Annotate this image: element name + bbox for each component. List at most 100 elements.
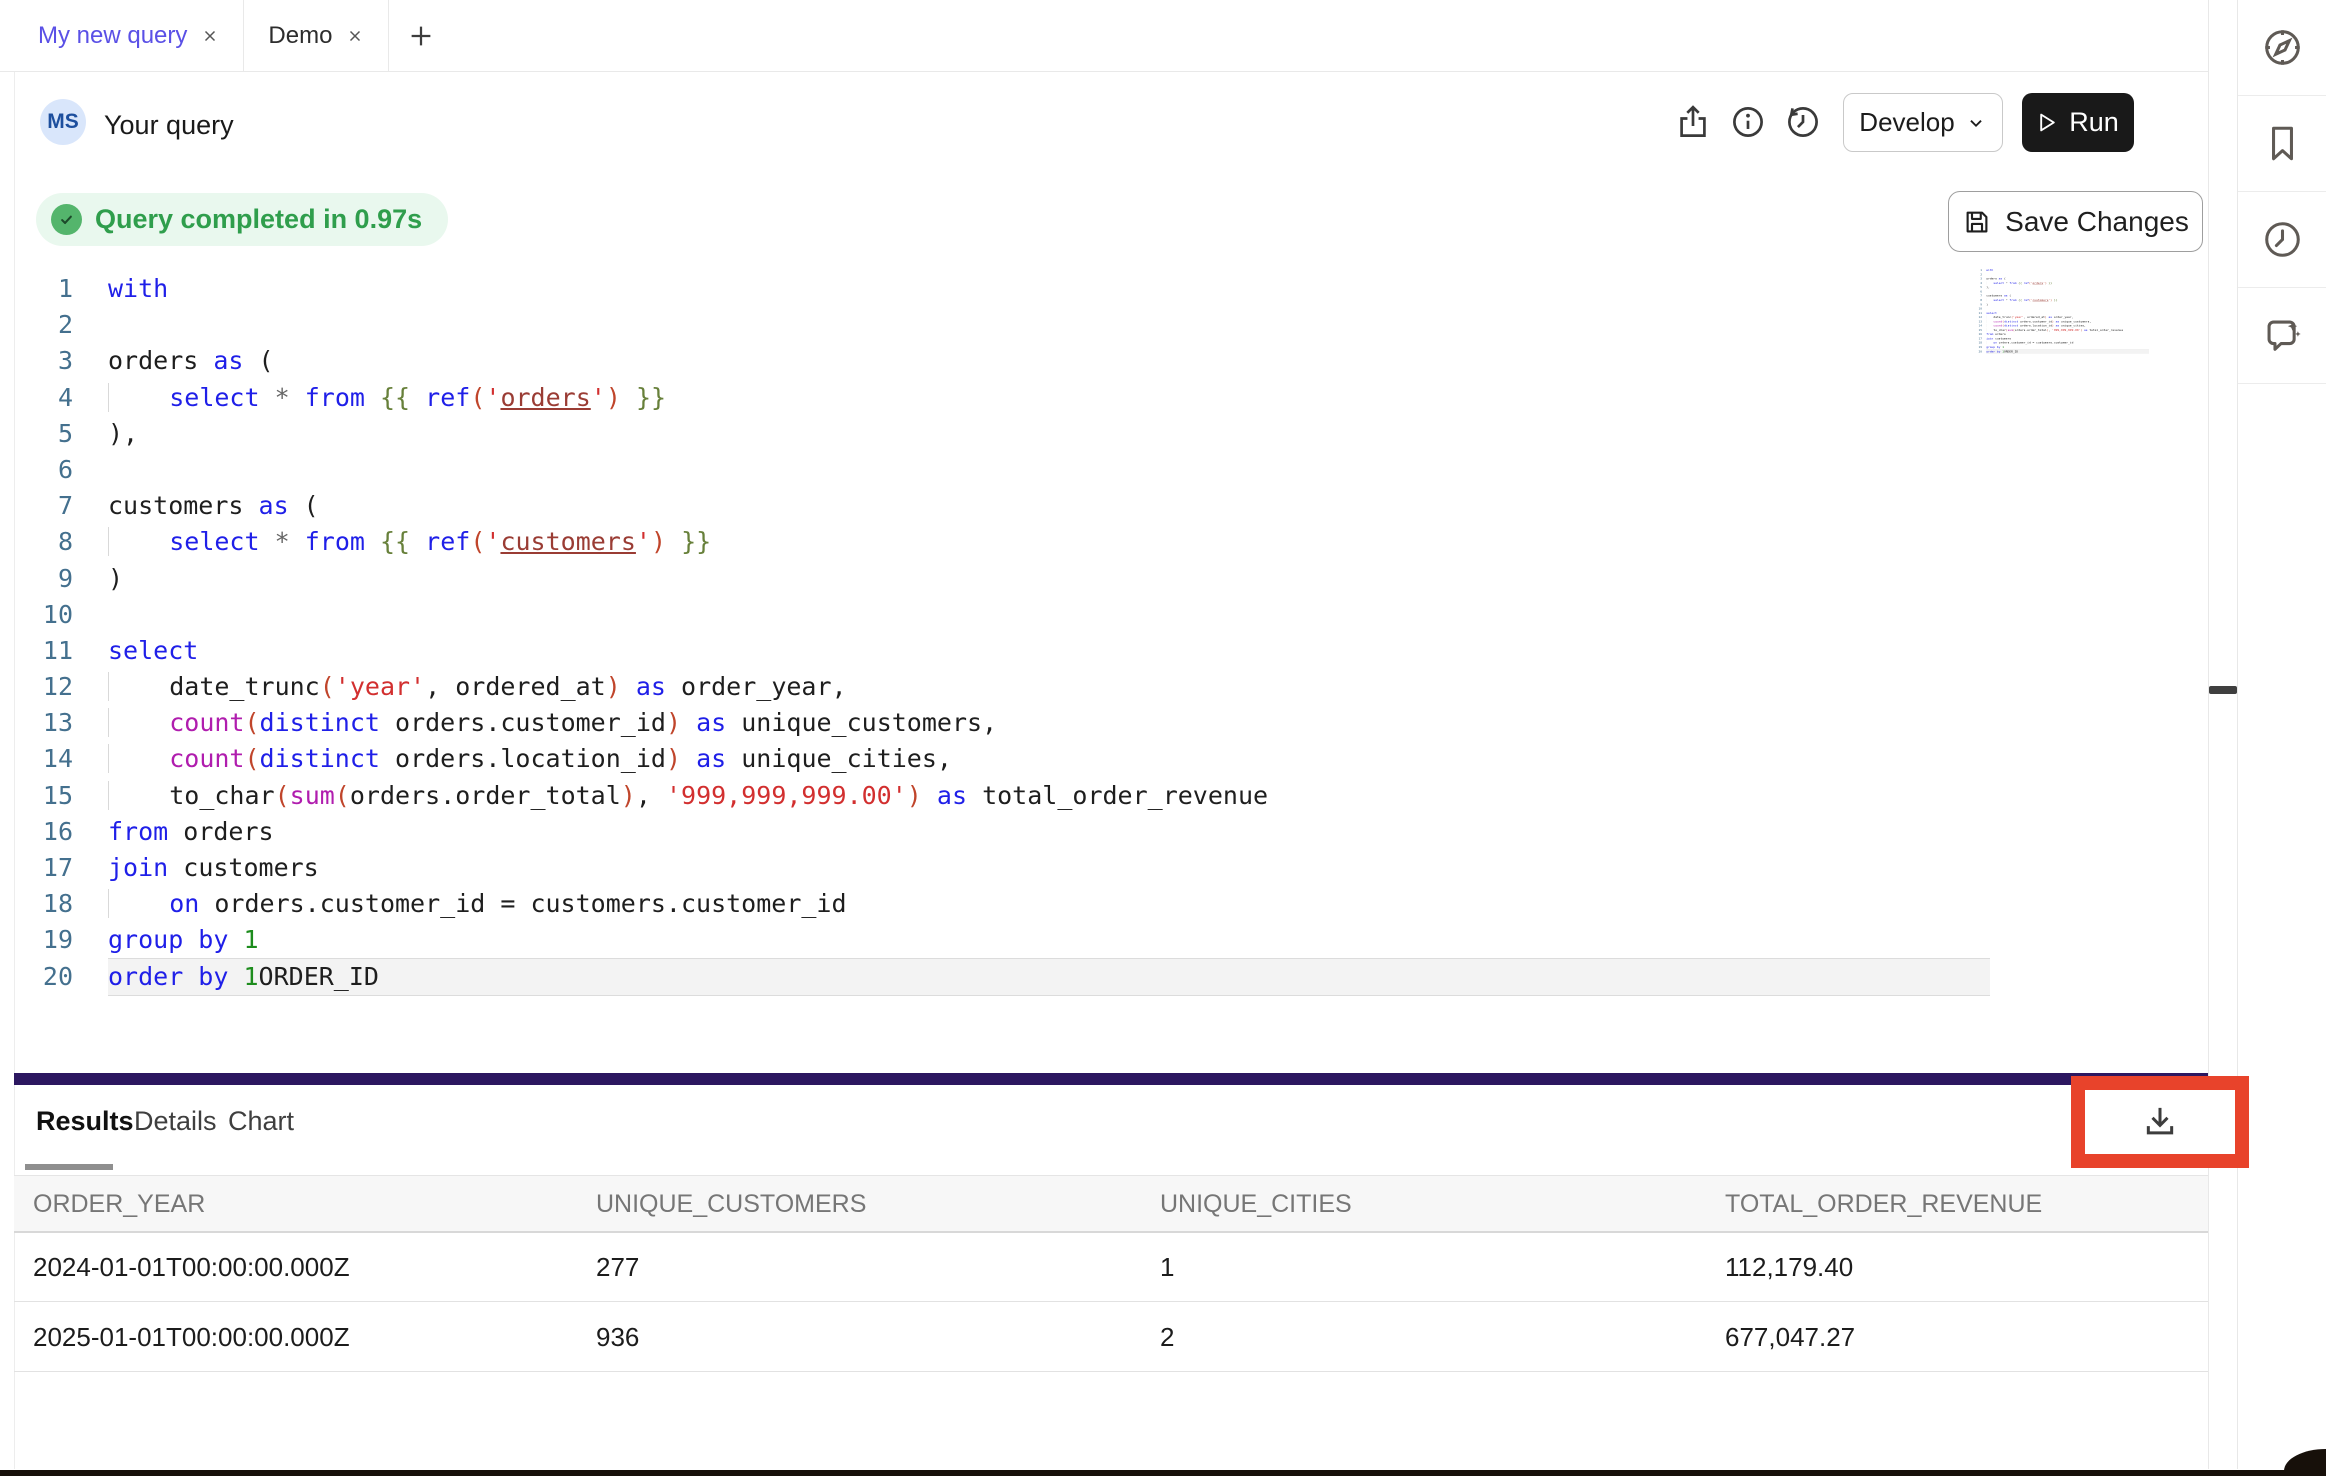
code-line-9[interactable]: 9) xyxy=(30,561,1990,597)
sidebar-item-bookmarks[interactable] xyxy=(2238,96,2326,192)
code-line-13[interactable]: 13 count(distinct orders.customer_id) as… xyxy=(30,705,1990,741)
editor-minimap[interactable]: 1with2 3orders as (4 select * from {{ re… xyxy=(1977,268,2149,356)
active-tab-underline xyxy=(25,1164,113,1170)
tab-demo[interactable]: Demo xyxy=(244,0,389,71)
close-icon[interactable] xyxy=(201,27,219,45)
tab-my-new-query[interactable]: My new query xyxy=(14,0,244,71)
code-line-1[interactable]: 1with xyxy=(1977,268,2149,272)
line-number: 12 xyxy=(30,669,73,705)
code-line-8[interactable]: 8 select * from {{ ref('customers') }} xyxy=(1977,298,2149,302)
column-header: TOTAL_ORDER_REVENUE xyxy=(1725,1190,2042,1219)
sidebar-item-history[interactable] xyxy=(2238,192,2326,288)
line-number: 11 xyxy=(1977,311,1982,315)
line-number: 18 xyxy=(30,886,73,922)
code-line-15[interactable]: 15 to_char(sum(orders.order_total), '999… xyxy=(1977,328,2149,332)
table-cell: 936 xyxy=(596,1322,639,1353)
code-line-6[interactable]: 6 xyxy=(30,452,1990,488)
code-line-11[interactable]: 11select xyxy=(30,633,1990,669)
code-line-14[interactable]: 14 count(distinct orders.location_id) as… xyxy=(1977,324,2149,328)
code-line-13[interactable]: 13 count(distinct orders.customer_id) as… xyxy=(1977,319,2149,323)
line-number: 19 xyxy=(1977,345,1982,349)
code-line-7[interactable]: 7customers as ( xyxy=(1977,294,2149,298)
code-line-2[interactable]: 2 xyxy=(30,307,1990,343)
tab-chart[interactable]: Chart xyxy=(228,1106,294,1137)
line-number: 7 xyxy=(1977,294,1982,298)
code-line-11[interactable]: 11select xyxy=(1977,311,2149,315)
code-line-5[interactable]: 5), xyxy=(1977,285,2149,289)
code-line-2[interactable]: 2 xyxy=(1977,272,2149,276)
code-line-14[interactable]: 14 count(distinct orders.location_id) as… xyxy=(30,741,1990,777)
line-number: 18 xyxy=(1977,341,1982,345)
code-line-17[interactable]: 17join customers xyxy=(30,850,1990,886)
right-sidebar xyxy=(2238,0,2326,1469)
history-icon xyxy=(1784,103,1822,141)
code-line-17[interactable]: 17join customers xyxy=(1977,336,2149,340)
scrollbar-thumb[interactable] xyxy=(2209,686,2237,694)
floppy-disk-icon xyxy=(1962,207,1992,237)
line-number: 6 xyxy=(30,452,73,488)
code-line-5[interactable]: 5), xyxy=(30,416,1990,452)
sql-code-editor[interactable]: 1with2 3orders as (4 select * from {{ re… xyxy=(30,271,1990,995)
save-changes-button[interactable]: Save Changes xyxy=(1948,191,2203,252)
code-line-18[interactable]: 18 on orders.customer_id = customers.cus… xyxy=(30,886,1990,922)
code-line-9[interactable]: 9) xyxy=(1977,302,2149,306)
close-icon[interactable] xyxy=(346,27,364,45)
chat-sparkle-icon xyxy=(2261,314,2304,357)
code-line-6[interactable]: 6 xyxy=(1977,289,2149,293)
window-bottom-edge xyxy=(0,1470,2326,1476)
run-button[interactable]: Run xyxy=(2022,93,2134,152)
code-line-3[interactable]: 3orders as ( xyxy=(30,343,1990,379)
new-tab-button[interactable] xyxy=(389,0,453,71)
code-line-16[interactable]: 16from orders xyxy=(1977,332,2149,336)
code-line-4[interactable]: 4 select * from {{ ref('orders') }} xyxy=(30,380,1990,416)
sql-ide-window: My new query Demo MS Your query xyxy=(0,0,2326,1476)
column-header: UNIQUE_CUSTOMERS xyxy=(596,1190,866,1219)
tab-label: My new query xyxy=(38,22,187,50)
tab-results[interactable]: Results xyxy=(36,1106,134,1137)
clock-icon xyxy=(2261,218,2304,261)
query-history-button[interactable] xyxy=(1784,103,1822,141)
code-line-16[interactable]: 16from orders xyxy=(30,814,1990,850)
code-line-15[interactable]: 15 to_char(sum(orders.order_total), '999… xyxy=(30,778,1990,814)
table-cell: 112,179.40 xyxy=(1725,1252,1853,1283)
annotation-highlight xyxy=(2071,1076,2249,1168)
code-line-12[interactable]: 12 date_trunc('year', ordered_at) as ord… xyxy=(1977,315,2149,319)
line-number: 15 xyxy=(1977,328,1982,332)
save-changes-label: Save Changes xyxy=(2005,206,2189,238)
line-number: 4 xyxy=(1977,281,1982,285)
line-number: 5 xyxy=(30,416,73,452)
info-button[interactable] xyxy=(1729,103,1767,141)
line-number: 16 xyxy=(30,814,73,850)
code-line-20[interactable]: 20order by 1ORDER_ID xyxy=(30,959,1990,995)
code-line-18[interactable]: 18 on orders.customer_id = customers.cus… xyxy=(1977,341,2149,345)
line-number: 13 xyxy=(1977,319,1982,323)
code-line-10[interactable]: 10 xyxy=(30,597,1990,633)
code-line-1[interactable]: 1with xyxy=(30,271,1990,307)
table-row: 2025-01-01T00:00:00.000Z9362677,047.27 xyxy=(14,1302,2208,1372)
panel-resize-handle[interactable] xyxy=(14,1073,2208,1085)
code-line-19[interactable]: 19group by 1 xyxy=(1977,345,2149,349)
line-number: 16 xyxy=(1977,332,1982,336)
line-number: 9 xyxy=(1977,302,1982,306)
develop-dropdown[interactable]: Develop xyxy=(1843,93,2003,152)
code-line-20[interactable]: 20order by 1ORDER_ID xyxy=(1977,349,2149,353)
code-line-3[interactable]: 3orders as ( xyxy=(1977,277,2149,281)
code-line-19[interactable]: 19group by 1 xyxy=(30,922,1990,958)
sidebar-item-explore[interactable] xyxy=(2238,0,2326,96)
avatar[interactable]: MS xyxy=(40,99,86,145)
sidebar-item-ai-chat[interactable] xyxy=(2238,288,2326,384)
line-number: 8 xyxy=(1977,298,1982,302)
code-line-7[interactable]: 7customers as ( xyxy=(30,488,1990,524)
download-button[interactable] xyxy=(2140,1102,2180,1142)
code-line-12[interactable]: 12 date_trunc('year', ordered_at) as ord… xyxy=(30,669,1990,705)
code-line-4[interactable]: 4 select * from {{ ref('orders') }} xyxy=(1977,281,2149,285)
code-line-10[interactable]: 10 xyxy=(1977,306,2149,310)
chevron-down-icon xyxy=(1965,112,1987,134)
share-button[interactable] xyxy=(1674,103,1712,141)
line-number: 11 xyxy=(30,633,73,669)
develop-label: Develop xyxy=(1859,107,1954,138)
tab-details[interactable]: Details xyxy=(134,1106,217,1137)
line-number: 6 xyxy=(1977,289,1982,293)
line-number: 7 xyxy=(30,488,73,524)
code-line-8[interactable]: 8 select * from {{ ref('customers') }} xyxy=(30,524,1990,560)
